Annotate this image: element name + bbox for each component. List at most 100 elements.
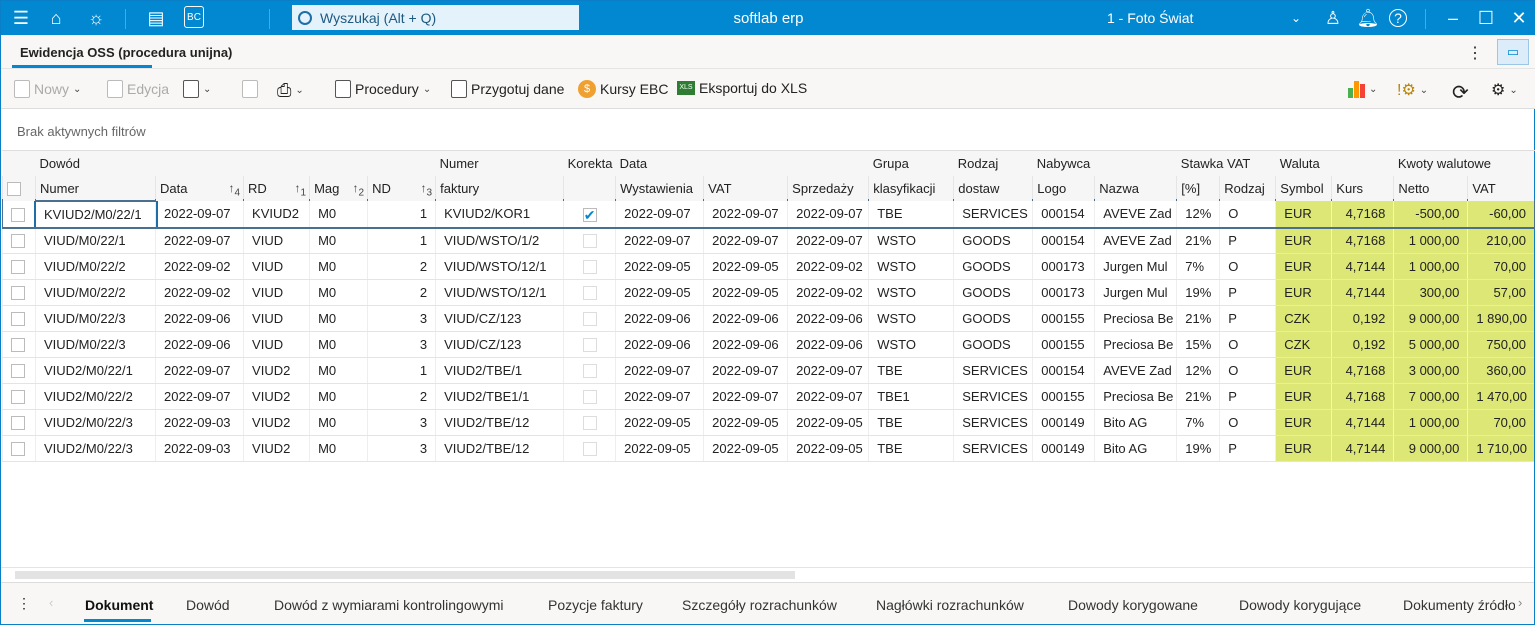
column-header-13[interactable]: Nazwa (1094, 176, 1177, 201)
bottom-tab-5[interactable]: Nagłówki rozrachunków (876, 597, 1024, 613)
column-header-11[interactable]: dostaw (953, 176, 1033, 201)
column-header-9[interactable]: Sprzedaży (787, 176, 869, 201)
scroll-left-icon[interactable]: ‹ (49, 595, 53, 610)
korekta-checkbox[interactable] (582, 285, 597, 300)
korekta-checkbox[interactable] (582, 415, 597, 430)
column-header-2[interactable]: RD ↑1 (243, 176, 310, 201)
bc-icon[interactable]: BC (184, 6, 204, 28)
row-select-cell[interactable] (2, 305, 36, 332)
table-row[interactable]: VIUD/M0/22/3 2022-09-06 VIUD M0 3 VIUD/CZ/123… (2, 331, 1534, 358)
korekta-checkbox[interactable] (582, 441, 597, 456)
charts-button[interactable]: ⌄ (1348, 80, 1377, 98)
korekta-checkbox-checked[interactable]: ✔ (582, 207, 597, 222)
row-checkbox[interactable] (11, 311, 25, 326)
table-row[interactable]: VIUD2/M0/22/3 2022-09-03 VIUD2 M0 3 VIUD2/TBE… (2, 435, 1534, 462)
row-checkbox[interactable] (11, 441, 25, 456)
korekta-checkbox[interactable] (582, 337, 597, 352)
row-checkbox[interactable] (11, 337, 25, 352)
search-input[interactable]: Wyszukaj (Alt + Q) (292, 5, 579, 30)
print-button[interactable]: ⎙ ⌄ (277, 80, 304, 101)
row-checkbox[interactable] (11, 285, 25, 300)
column-header-19[interactable]: VAT (1467, 176, 1534, 201)
maximize-icon[interactable]: ☐ (1474, 6, 1498, 30)
row-checkbox[interactable] (11, 363, 25, 378)
lightbulb-icon[interactable]: ☼ (84, 6, 108, 30)
edit-button[interactable]: Edycja (107, 80, 169, 98)
row-checkbox[interactable] (11, 233, 25, 248)
table-row[interactable]: VIUD2/M0/22/2 2022-09-07 VIUD2 M0 2 VIUD2/TBE… (2, 383, 1534, 410)
row-select-cell[interactable] (2, 331, 36, 358)
row-checkbox[interactable] (11, 415, 25, 430)
row-select-cell[interactable] (2, 357, 36, 384)
row-select-cell[interactable] (2, 227, 36, 254)
bottom-tab-0[interactable]: Dokument (85, 597, 153, 613)
prepare-data-button[interactable]: Przygotuj dane (451, 80, 564, 98)
korekta-checkbox[interactable] (582, 259, 597, 274)
table-row[interactable]: VIUD/M0/22/2 2022-09-02 VIUD M0 2 VIUD/WSTO/1… (2, 253, 1534, 280)
info-button[interactable]: ⌄ (183, 80, 211, 98)
export-xls-button[interactable]: XLS Eksportuj do XLS (677, 80, 807, 96)
bottom-tab-8[interactable]: Dokumenty źródłowe (1403, 597, 1515, 613)
table-row[interactable]: VIUD/M0/22/3 2022-09-06 VIUD M0 3 VIUD/CZ/123… (2, 305, 1534, 332)
header-korekta[interactable]: Korekta (563, 151, 616, 176)
row-select-cell[interactable] (2, 409, 36, 436)
hamburger-menu-icon[interactable]: ☰ (9, 6, 33, 30)
procedures-button[interactable]: Procedury ⌄ (335, 80, 431, 98)
bottom-tab-1[interactable]: Dowód (186, 597, 230, 613)
close-icon[interactable]: ✕ (1507, 6, 1531, 30)
refresh-button[interactable]: ⟳ (1452, 80, 1469, 105)
sort-ascending-icon[interactable]: ↑4 (228, 181, 240, 198)
company-selector[interactable]: 1 - Foto Świat (1107, 10, 1193, 26)
table-row[interactable]: VIUD/M0/22/1 2022-09-07 VIUD M0 1 VIUD/WSTO/1… (2, 227, 1534, 254)
column-header-16[interactable]: Symbol (1275, 176, 1332, 201)
more-icon[interactable]: ⋮ (17, 595, 31, 612)
korekta-checkbox[interactable] (582, 363, 597, 378)
news-icon[interactable]: ▤ (144, 6, 168, 30)
row-select-cell[interactable] (2, 201, 36, 228)
korekta-checkbox[interactable] (582, 311, 597, 326)
scroll-right-icon[interactable]: › (1518, 595, 1522, 610)
select-all-checkbox[interactable] (2, 176, 36, 201)
user-icon[interactable]: ♙ (1321, 6, 1345, 30)
horizontal-scrollbar[interactable] (1, 567, 1534, 581)
column-header-3[interactable]: Mag ↑2 (309, 176, 368, 201)
bell-icon[interactable]: 🔔︎ (1356, 6, 1380, 30)
sort-ascending-icon[interactable]: ↑3 (421, 181, 433, 198)
sort-ascending-icon[interactable]: ↑1 (295, 181, 307, 198)
row-select-cell[interactable] (2, 383, 36, 410)
column-header-6[interactable] (563, 176, 616, 201)
row-checkbox[interactable] (11, 207, 25, 222)
bottom-tab-4[interactable]: Szczegóły rozrachunków (682, 597, 837, 613)
column-header-17[interactable]: Kurs (1331, 176, 1394, 201)
home-icon[interactable]: ⌂ (44, 6, 68, 30)
ecb-rates-button[interactable]: $ Kursy EBC (578, 80, 668, 98)
table-row[interactable]: VIUD/M0/22/2 2022-09-02 VIUD M0 2 VIUD/WSTO/1… (2, 279, 1534, 306)
chevron-down-icon[interactable]: ⌄ (1284, 6, 1308, 30)
table-row[interactable]: VIUD2/M0/22/1 2022-09-07 VIUD2 M0 1 VIUD2/TBE… (2, 357, 1534, 384)
delete-button[interactable] (242, 80, 258, 98)
column-header-1[interactable]: Data ↑4 (155, 176, 244, 201)
korekta-checkbox[interactable] (582, 233, 597, 248)
column-header-15[interactable]: Rodzaj (1219, 176, 1276, 201)
column-header-12[interactable]: Logo (1032, 176, 1095, 201)
chat-icon[interactable]: ▭ (1497, 39, 1529, 65)
korekta-checkbox[interactable] (582, 389, 597, 404)
column-header-8[interactable]: VAT (703, 176, 788, 201)
bottom-tab-7[interactable]: Dowody korygujące (1239, 597, 1361, 613)
row-checkbox[interactable] (11, 389, 25, 404)
row-select-cell[interactable] (2, 279, 36, 306)
row-checkbox[interactable] (11, 259, 25, 274)
bottom-tab-3[interactable]: Pozycje faktury (548, 597, 643, 613)
bottom-tab-6[interactable]: Dowody korygowane (1068, 597, 1198, 613)
column-header-18[interactable]: Netto (1393, 176, 1468, 201)
row-select-cell[interactable] (2, 253, 36, 280)
help-icon[interactable]: ? (1389, 9, 1407, 27)
more-icon[interactable]: ⋮ (1467, 43, 1483, 63)
row-select-cell[interactable] (2, 435, 36, 462)
column-header-14[interactable]: [%] (1176, 176, 1220, 201)
new-button[interactable]: Nowy ⌄ (14, 80, 81, 98)
minimize-icon[interactable]: – (1441, 6, 1465, 30)
warnings-settings-button[interactable]: !⚙ ⌄ (1397, 80, 1428, 100)
table-row[interactable]: VIUD2/M0/22/3 2022-09-03 VIUD2 M0 3 VIUD2/TBE… (2, 409, 1534, 436)
table-row[interactable]: KVIUD2/M0/22/1 2022-09-07 KVIUD2 M0 1 KVIUD2/… (2, 199, 1535, 229)
